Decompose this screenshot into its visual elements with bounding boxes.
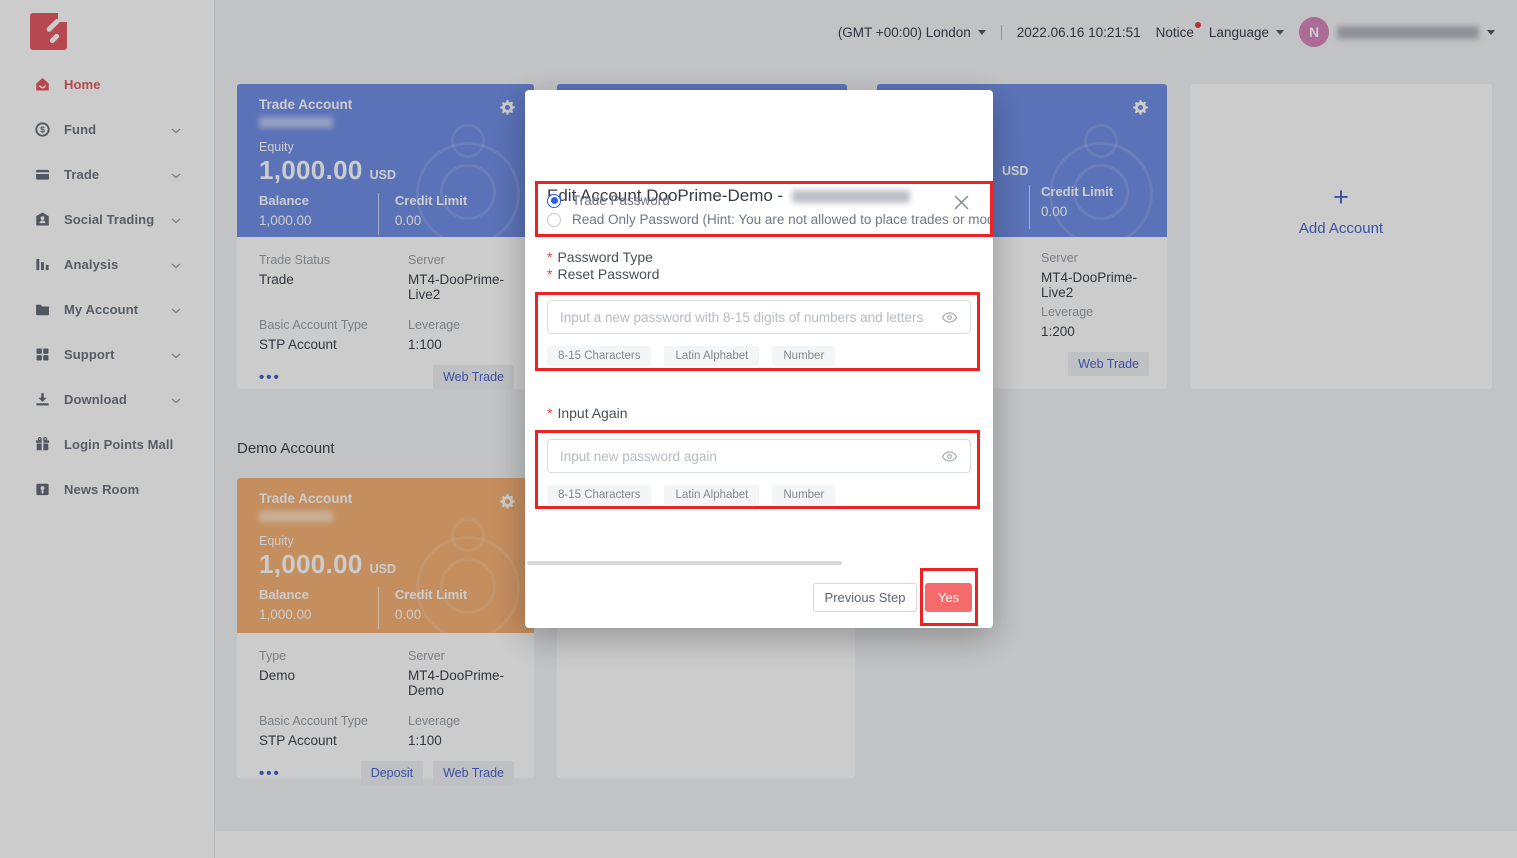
rule-tag: Latin Alphabet <box>664 346 759 366</box>
previous-step-button[interactable]: Previous Step <box>813 583 917 612</box>
eye-icon[interactable] <box>941 309 958 326</box>
edit-account-modal: Edit Account DooPrime-Demo - * Password … <box>525 90 993 628</box>
rule-tag: Latin Alphabet <box>664 485 759 505</box>
reset-password-input[interactable] <box>560 310 933 325</box>
password-rules: 8-15 Characters Latin Alphabet Number <box>547 485 835 505</box>
app-window: Home $ Fund Trade Social Trading Analysi… <box>0 0 1517 858</box>
rule-tag: Number <box>772 346 835 366</box>
input-again-field <box>547 439 971 473</box>
radio-read-only-password[interactable]: Read Only Password (Hint: You are not al… <box>547 210 991 229</box>
radio-unselected-icon[interactable] <box>547 213 561 227</box>
reset-password-field <box>547 300 971 334</box>
password-type-radio-group: Trade Password Read Only Password (Hint:… <box>547 191 991 229</box>
reset-password-label: * Reset Password <box>547 266 659 282</box>
horizontal-scrollbar-thumb[interactable] <box>527 561 842 565</box>
eye-icon[interactable] <box>941 448 958 465</box>
rule-tag: 8-15 Characters <box>547 346 651 366</box>
input-again-input[interactable] <box>560 449 933 464</box>
radio-trade-password[interactable]: Trade Password <box>547 191 991 210</box>
input-again-label: * Input Again <box>547 405 628 421</box>
rule-tag: 8-15 Characters <box>547 485 651 505</box>
password-type-label: * Password Type <box>547 249 653 265</box>
password-rules: 8-15 Characters Latin Alphabet Number <box>547 346 835 366</box>
radio-selected-icon[interactable] <box>547 194 561 208</box>
rule-tag: Number <box>772 485 835 505</box>
yes-button[interactable]: Yes <box>925 583 972 612</box>
